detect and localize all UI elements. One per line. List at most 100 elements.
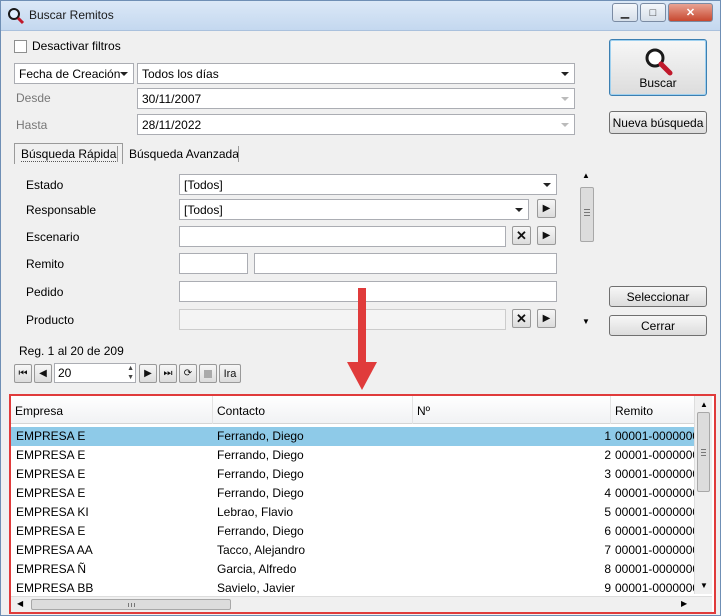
search-tabs: Búsqueda Rápida Búsqueda Avanzada [14,143,574,165]
escenario-field[interactable] [179,226,506,247]
remito-prefix-field[interactable] [179,253,248,274]
maximize-button[interactable]: □ [640,3,666,22]
to-label: Hasta [16,118,48,132]
window-title: Buscar Remitos [29,8,114,22]
results-grid: Empresa Contacto Nº Remito EMPRESA E Ferr… [9,394,716,614]
table-row[interactable]: EMPRESA E Ferrando, Diego 1 00001-0000000 [11,427,695,446]
table-row[interactable]: EMPRESA E Ferrando, Diego 2 00001-0000000 [11,446,695,465]
column-header-contacto[interactable]: Contacto [213,396,413,424]
table-cell: EMPRESA E [16,486,86,500]
close-window-button[interactable]: ✕ [668,3,713,22]
date-type-select[interactable]: Fecha de Creación [14,63,134,84]
table-cell: EMPRESA KI [16,505,89,519]
scroll-up-icon[interactable]: ▲ [582,171,590,180]
responsable-lookup-button[interactable]: ▶ [537,199,556,218]
form-scrollbar[interactable]: ▲ ▼ [579,169,595,329]
from-date-value: 30/11/2007 [142,92,202,106]
column-header-remito[interactable]: Remito [611,396,701,424]
pedido-field[interactable] [179,281,557,302]
form-scroll-thumb[interactable] [580,187,594,242]
goto-label: Ira [223,367,237,380]
scroll-right-icon[interactable]: ▶ [681,599,687,608]
responsable-select[interactable]: [Todos] [179,199,529,220]
play-icon: ▶ [542,230,551,241]
grid-hscroll-thumb[interactable] [31,599,231,610]
table-cell: 7 [604,543,611,557]
scroll-down-icon[interactable]: ▼ [700,581,708,590]
table-row[interactable]: EMPRESA AA Tacco, Alejandro 7 00001-0000000 [11,541,695,560]
table-cell: EMPRESA E [16,448,86,462]
stop-button[interactable] [199,364,217,383]
date-type-value: Fecha de Creación [19,67,121,81]
chevron-down-icon [561,72,569,76]
tab-busqueda-rapida[interactable]: Búsqueda Rápida [14,143,124,164]
search-button[interactable]: Buscar [609,39,707,96]
refresh-button[interactable]: ⟳ [179,364,197,383]
table-cell: 2 [604,448,611,462]
tab-label: Búsqueda Avanzada [129,147,239,161]
table-cell: EMPRESA BB [16,581,94,595]
column-label: Empresa [15,404,64,418]
tab-label: Búsqueda Rápida [21,147,117,162]
column-label: Nº [417,404,431,418]
estado-label: Estado [26,178,64,192]
minimize-button[interactable]: ▁ [612,3,638,22]
grid-vertical-scrollbar[interactable]: ▲ ▼ [694,396,712,594]
prev-page-icon: ◀ [39,368,47,379]
record-status: Reg. 1 al 20 de 209 [19,344,124,358]
chevron-down-icon [543,183,551,187]
scroll-down-icon[interactable]: ▼ [582,317,590,326]
next-page-button[interactable]: ▶ [139,364,157,383]
play-icon: ▶ [542,313,551,324]
table-cell: Ferrando, Diego [217,448,304,462]
remito-label: Remito [26,257,65,271]
spinner-icon[interactable]: ▲ ▼ [127,364,134,382]
page-size-field[interactable]: 20 ▲ ▼ [54,363,136,383]
clear-x-icon: ✕ [516,310,527,326]
scroll-up-icon[interactable]: ▲ [700,400,708,409]
table-row[interactable]: EMPRESA Ñ Garcia, Alfredo 8 00001-0000000 [11,560,695,579]
to-date-field[interactable]: 28/11/2022 [137,114,575,135]
table-row[interactable]: EMPRESA E Ferrando, Diego 6 00001-0000000 [11,522,695,541]
column-header-empresa[interactable]: Empresa [11,396,213,424]
select-button[interactable]: Seleccionar [609,286,707,307]
from-date-field[interactable]: 30/11/2007 [137,88,575,109]
close-button[interactable]: Cerrar [609,315,707,336]
producto-lookup-button[interactable]: ▶ [537,309,556,328]
table-row[interactable]: EMPRESA KI Lebrao, Flavio 5 00001-0000000 [11,503,695,522]
stop-icon [204,369,212,378]
scroll-left-icon[interactable]: ◀ [17,599,23,608]
tab-busqueda-avanzada[interactable]: Búsqueda Avanzada [122,143,246,164]
table-row[interactable]: EMPRESA E Ferrando, Diego 3 00001-0000000 [11,465,695,484]
table-cell: 5 [604,505,611,519]
close-icon: ✕ [685,7,696,19]
table-cell: Ferrando, Diego [217,486,304,500]
estado-select[interactable]: [Todos] [179,174,557,195]
escenario-lookup-button[interactable]: ▶ [537,226,556,245]
table-cell: 00001-0000000 [615,543,695,557]
table-cell: 9 [604,581,611,595]
disable-filters-checkbox[interactable] [14,40,27,53]
table-cell: 4 [604,486,611,500]
search-icon [8,8,25,25]
last-page-button[interactable]: ⏭ [159,364,177,383]
period-select[interactable]: Todos los días [137,63,575,84]
column-label: Contacto [217,404,266,418]
page-size-value: 20 [58,366,72,380]
producto-label: Producto [26,313,75,327]
prev-page-button[interactable]: ◀ [34,364,52,383]
remito-number-field[interactable] [254,253,557,274]
column-header-numero[interactable]: Nº [413,396,611,424]
producto-field[interactable] [179,309,506,330]
grid-horizontal-scrollbar[interactable]: ◀ ▶ [11,596,712,612]
chevron-down-icon [515,208,523,212]
escenario-clear-button[interactable]: ✕ [512,226,531,245]
table-cell: Ferrando, Diego [217,524,304,538]
grid-vscroll-thumb[interactable] [697,412,710,492]
first-page-button[interactable]: ⏮ [14,364,32,383]
minimize-icon: ▁ [620,7,630,19]
goto-page-button[interactable]: Ira [219,364,241,383]
new-search-button[interactable]: Nueva búsqueda [609,111,707,134]
table-row[interactable]: EMPRESA E Ferrando, Diego 4 00001-0000000 [11,484,695,503]
producto-clear-button[interactable]: ✕ [512,309,531,328]
